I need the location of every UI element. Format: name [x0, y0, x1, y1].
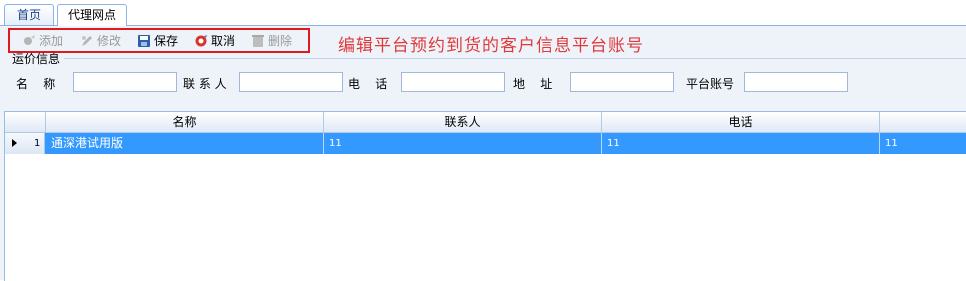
- column-header-extra: [880, 112, 966, 133]
- add-button-label: 添加: [39, 34, 64, 48]
- column-header-phone[interactable]: 电话: [602, 112, 880, 133]
- tab-agent-outlets-label: 代理网点: [67, 8, 116, 22]
- add-button[interactable]: 添加: [22, 33, 72, 49]
- phone-label: 电 话: [348, 77, 388, 91]
- column-header-name[interactable]: 名称: [46, 112, 324, 133]
- contact-input[interactable]: [239, 72, 343, 92]
- delete-icon: [251, 34, 265, 48]
- edit-button[interactable]: 修改: [80, 33, 130, 49]
- save-button[interactable]: 保存: [137, 33, 183, 49]
- tab-bar: 首页 代理网点: [0, 0, 966, 26]
- tab-agent-outlets[interactable]: 代理网点: [57, 4, 127, 26]
- column-header-contact[interactable]: 联系人: [324, 112, 602, 133]
- address-label: 地 址: [513, 77, 553, 91]
- contact-label: 联 系 人: [183, 77, 227, 91]
- edit-button-label: 修改: [97, 34, 122, 48]
- table-row[interactable]: 1 通深港试用版 11 11 11: [5, 133, 966, 154]
- platform-account-label: 平台账号: [686, 77, 735, 91]
- row-pointer-icon: [12, 139, 17, 147]
- cancel-button-label: 取消: [211, 34, 236, 48]
- add-icon: [22, 34, 36, 48]
- main-panel: 添加 修改 保存 取消 删除 编辑平台预约到货的客户信息平台账号 运价信息 名 …: [0, 26, 966, 281]
- delete-button[interactable]: 删除: [251, 33, 299, 49]
- platform-account-input[interactable]: [744, 72, 848, 92]
- cell-extra[interactable]: 11: [880, 133, 966, 154]
- address-input[interactable]: [570, 72, 674, 92]
- edit-icon: [80, 34, 94, 48]
- row-number: 1: [34, 138, 41, 149]
- cell-phone[interactable]: 11: [602, 133, 880, 154]
- tab-home[interactable]: 首页: [4, 4, 54, 25]
- tab-home-label: 首页: [16, 8, 41, 22]
- group-divider: [64, 58, 966, 59]
- save-icon: [137, 34, 151, 48]
- cancel-icon: [194, 34, 208, 48]
- group-title: 运价信息: [12, 52, 61, 66]
- grid-corner: [5, 112, 46, 133]
- save-button-label: 保存: [154, 34, 179, 48]
- delete-button-label: 删除: [268, 34, 293, 48]
- row-header[interactable]: 1: [5, 133, 45, 154]
- phone-input[interactable]: [401, 72, 505, 92]
- annotation-text: 编辑平台预约到货的客户信息平台账号: [338, 36, 644, 56]
- name-label: 名 称: [16, 77, 56, 91]
- cell-name[interactable]: 通深港试用版: [46, 133, 324, 154]
- cell-contact[interactable]: 11: [324, 133, 602, 154]
- data-grid: 名称 联系人 电话 1 通深港试用版 11 11 11: [4, 111, 966, 281]
- name-input[interactable]: [73, 72, 177, 92]
- cancel-button[interactable]: 取消: [194, 33, 242, 49]
